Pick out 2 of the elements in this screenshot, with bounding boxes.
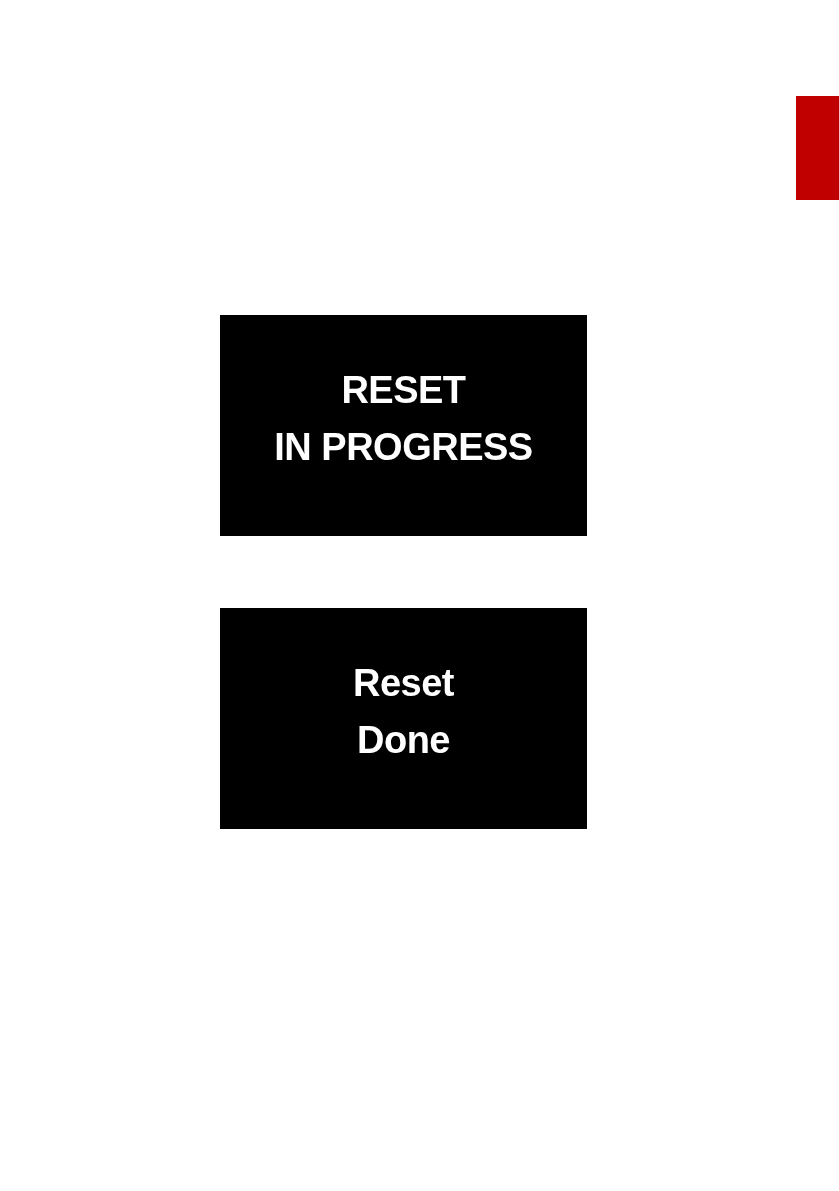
screen-message: Reset Done <box>353 660 454 763</box>
screen-message: RESET IN PROGRESS <box>274 367 533 470</box>
